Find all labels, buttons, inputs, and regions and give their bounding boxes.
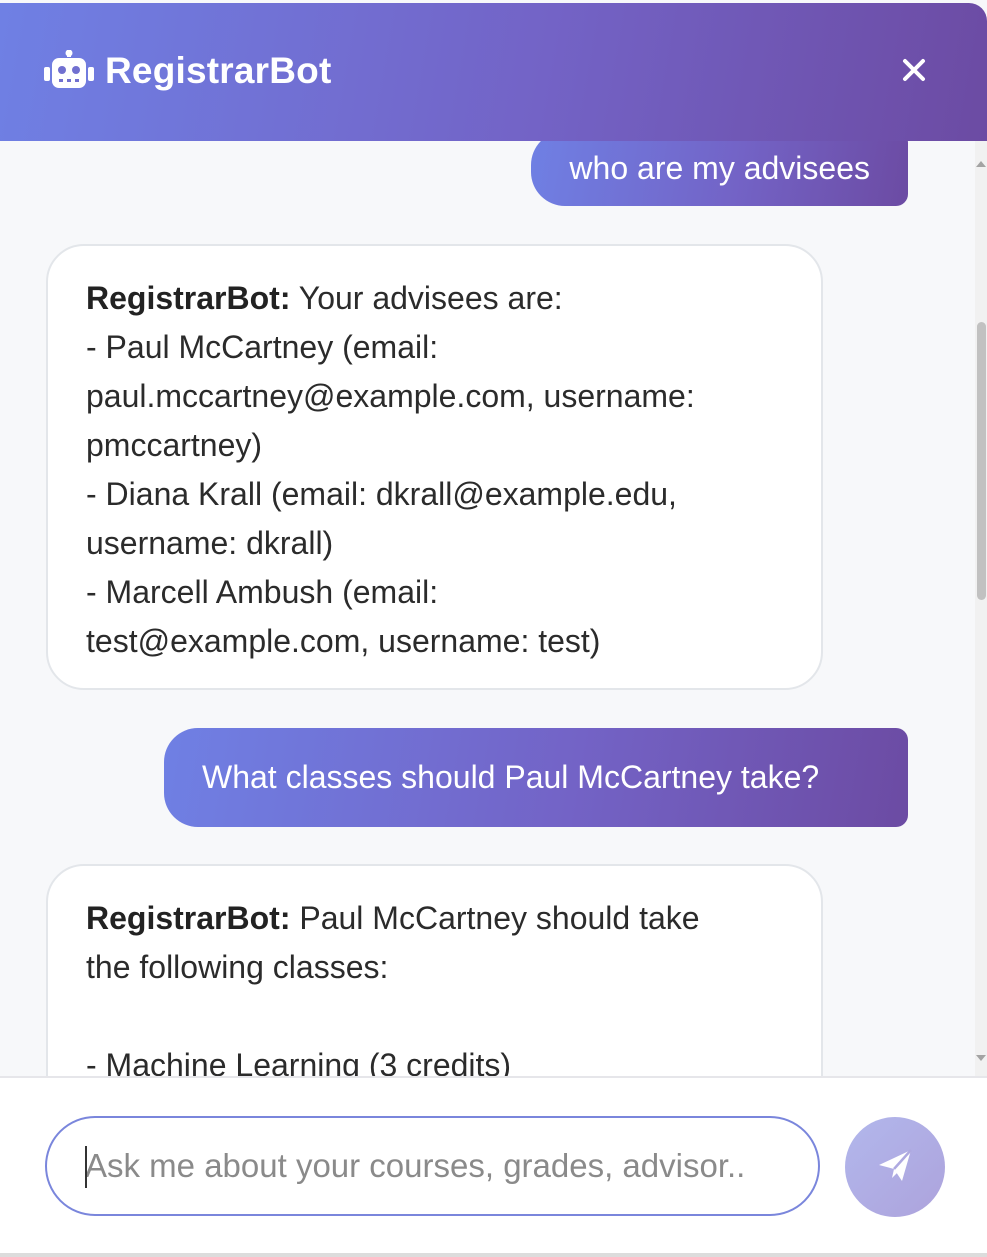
bot-message-line: - Marcell Ambush (email: bbox=[86, 574, 439, 610]
chat-input-bar bbox=[0, 1076, 987, 1257]
send-button[interactable] bbox=[845, 1117, 945, 1217]
chat-message-input[interactable] bbox=[45, 1116, 820, 1216]
bottom-border bbox=[0, 1253, 987, 1257]
scroll-down-arrow-icon[interactable] bbox=[975, 1050, 987, 1061]
bot-message-line: test@example.com, username: test) bbox=[86, 623, 601, 659]
bot-message-line: RegistrarBot: Your advisees are: bbox=[86, 280, 563, 316]
user-message-text: who are my advisees bbox=[569, 150, 870, 186]
bot-message-line bbox=[86, 992, 783, 1041]
scroll-up-arrow-icon[interactable] bbox=[975, 156, 987, 167]
chat-header: RegistrarBot bbox=[0, 3, 987, 141]
message-scrollbar[interactable] bbox=[975, 141, 987, 1076]
text-cursor bbox=[85, 1146, 87, 1188]
bot-message-line: - Paul McCartney (email: bbox=[86, 329, 439, 365]
bot-message-line: - Diana Krall (email: dkrall@example.edu… bbox=[86, 476, 677, 512]
bot-message-line: the following classes: bbox=[86, 949, 389, 985]
bot-message-line: - Machine Learning (3 credits) bbox=[86, 1047, 512, 1076]
user-message-text: What classes should Paul McCartney take? bbox=[202, 759, 820, 795]
user-message: who are my advisees bbox=[531, 141, 908, 206]
chat-widget: RegistrarBot who are my advisees Registr… bbox=[0, 0, 987, 1257]
user-message: What classes should Paul McCartney take? bbox=[164, 728, 908, 827]
close-icon[interactable] bbox=[899, 55, 929, 85]
bot-message-line: paul.mccartney@example.com, username: bbox=[86, 378, 695, 414]
bot-message-line: pmccartney) bbox=[86, 427, 263, 463]
bot-sender-label: RegistrarBot: bbox=[86, 900, 291, 936]
bot-message: RegistrarBot: Your advisees are: - Paul … bbox=[46, 244, 823, 690]
bot-sender-label: RegistrarBot: bbox=[86, 280, 291, 316]
bot-message: RegistrarBot: Paul McCartney should take… bbox=[46, 864, 823, 1076]
message-list: who are my advisees RegistrarBot: Your a… bbox=[0, 141, 975, 1076]
paper-plane-icon bbox=[875, 1145, 915, 1190]
scrollbar-thumb[interactable] bbox=[977, 322, 986, 600]
robot-icon bbox=[44, 49, 94, 92]
chat-title: RegistrarBot bbox=[105, 50, 332, 91]
bot-message-line: username: dkrall) bbox=[86, 525, 334, 561]
bot-message-line: RegistrarBot: Paul McCartney should take bbox=[86, 900, 700, 936]
